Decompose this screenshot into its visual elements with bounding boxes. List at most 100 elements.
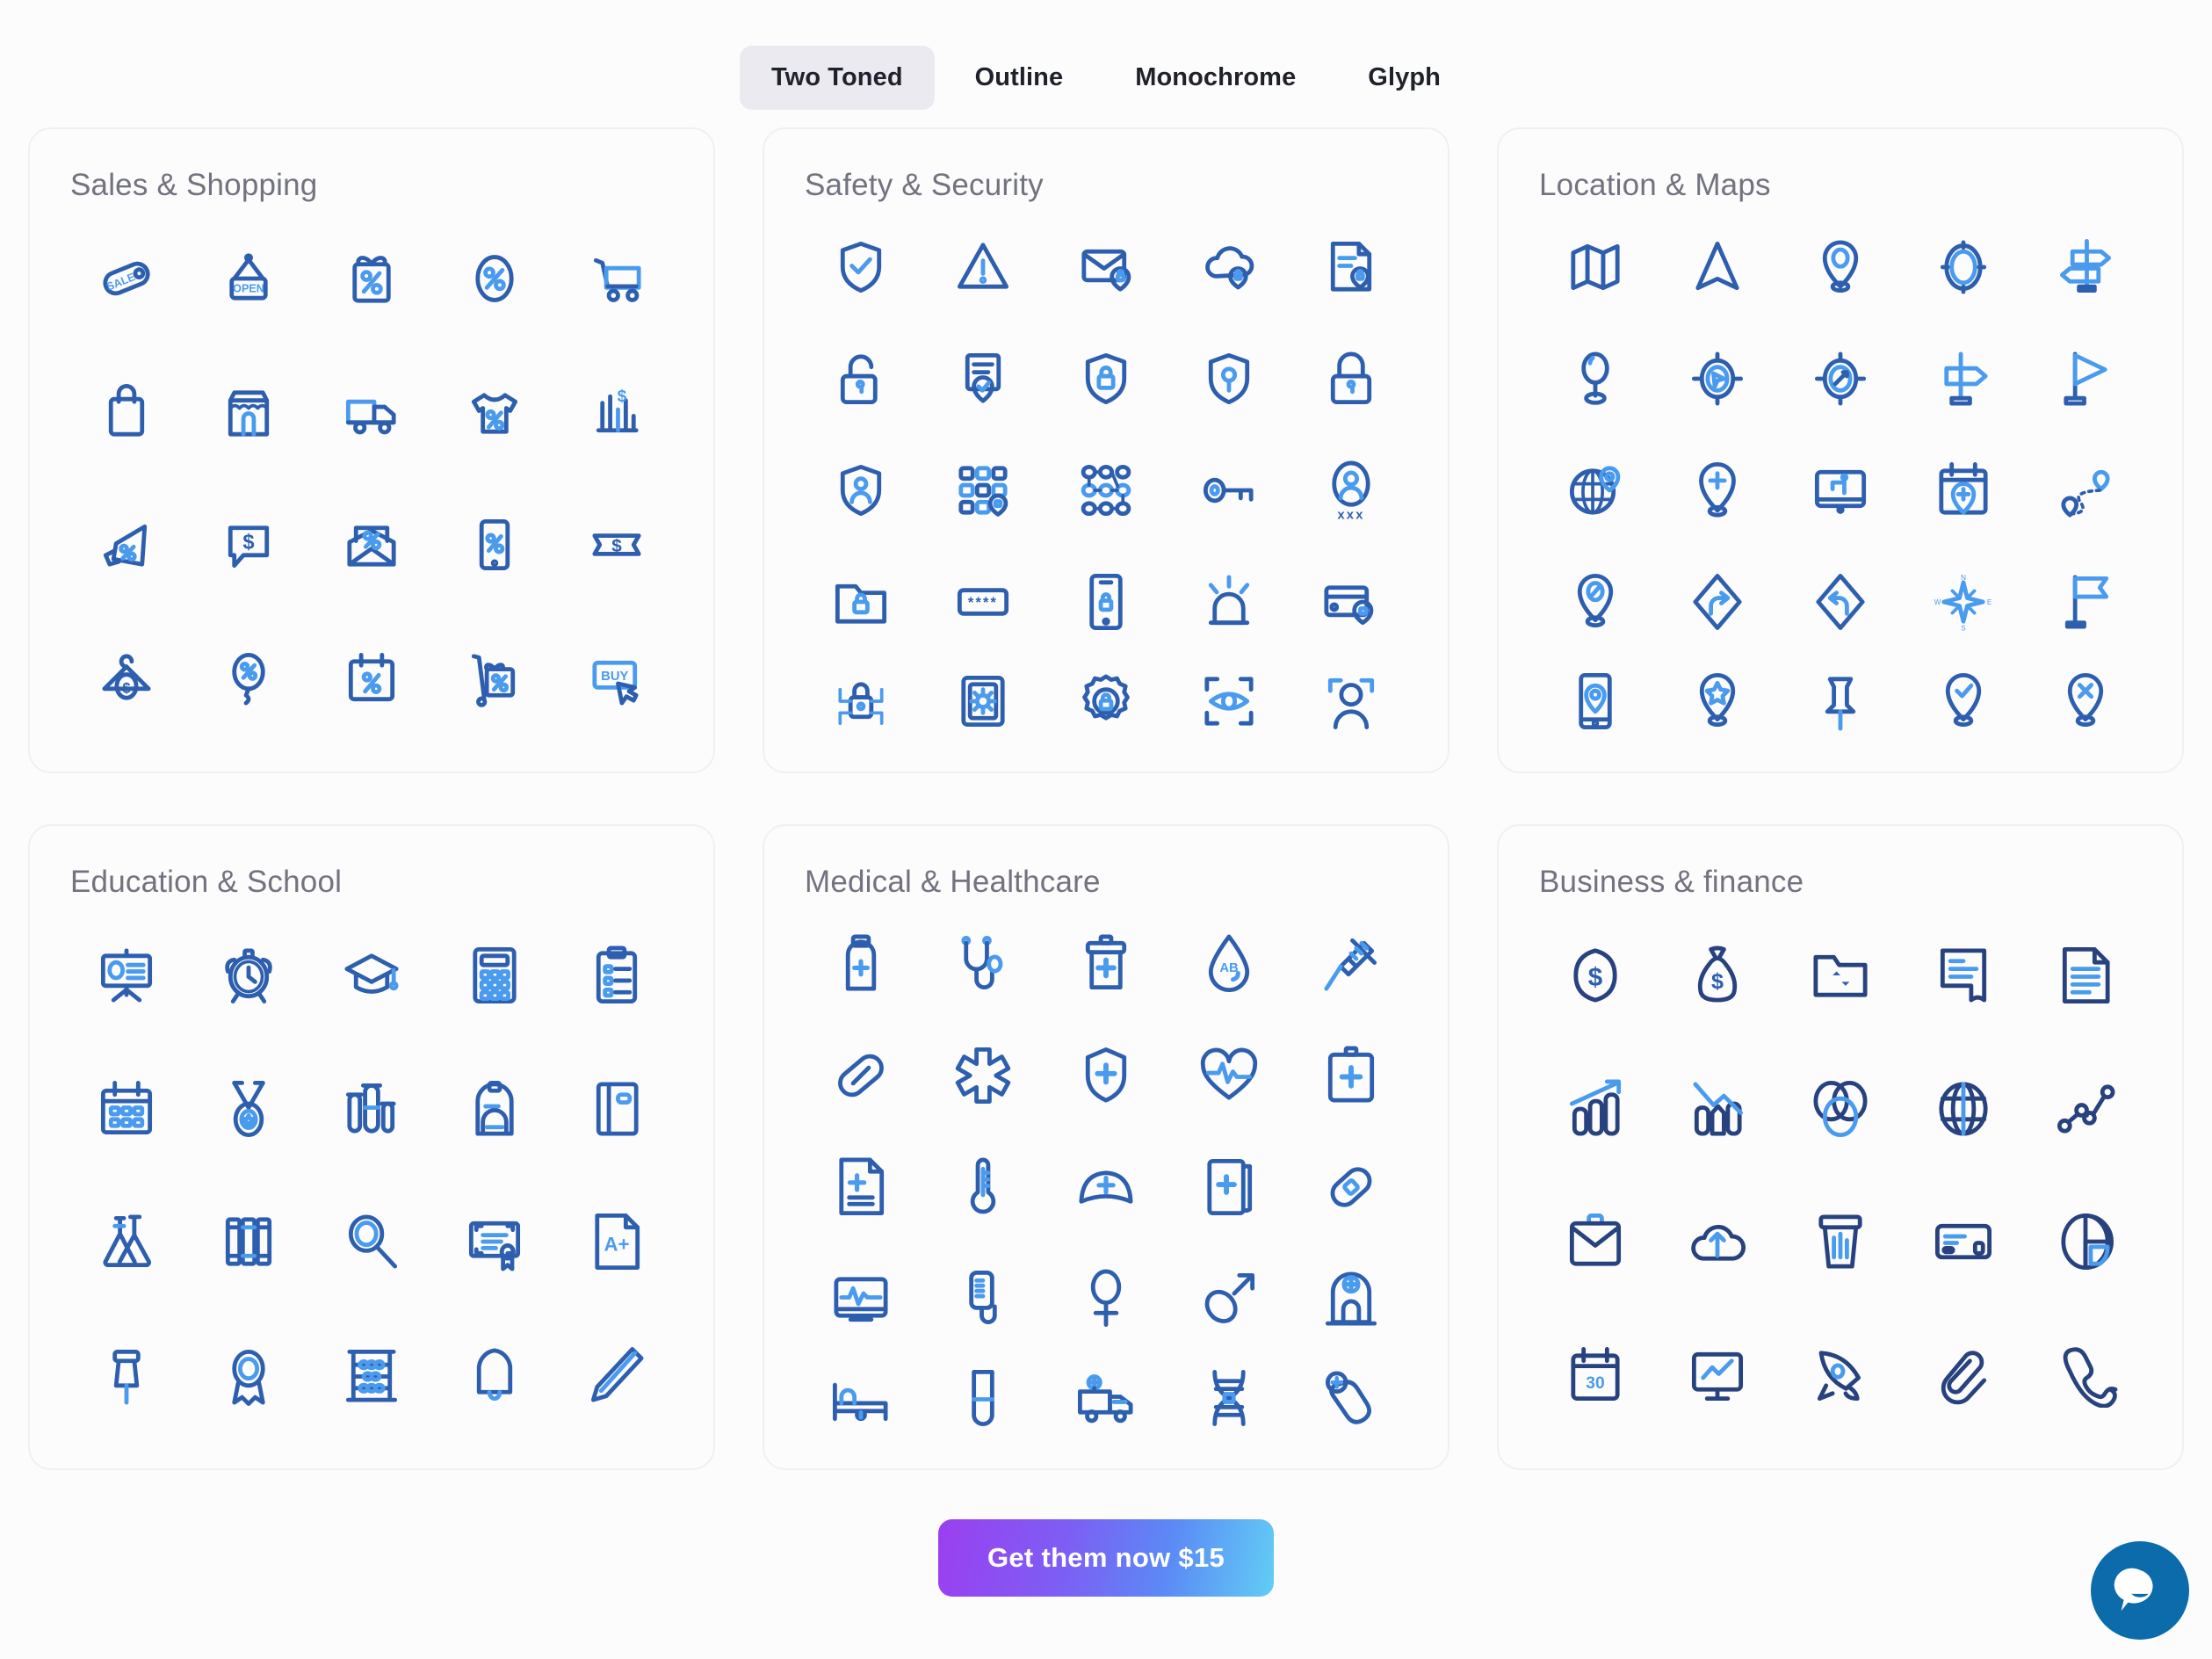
rocket-icon[interactable] [1796, 1331, 1884, 1419]
megaphone-percent-icon[interactable] [83, 501, 170, 589]
pie-chart-icon[interactable] [2042, 1198, 2129, 1286]
stethoscope-icon[interactable] [939, 920, 1027, 1008]
globe-icon[interactable] [1919, 1065, 2007, 1153]
secure-folder-icon[interactable] [817, 558, 905, 646]
shield-lock-icon[interactable] [1062, 335, 1150, 423]
tab-glyph[interactable]: Glyph [1336, 46, 1472, 110]
eye-scan-icon[interactable] [1185, 657, 1273, 745]
alarm-clock-icon[interactable] [205, 931, 293, 1019]
graduation-cap-icon[interactable] [328, 931, 416, 1019]
percent-badge-icon[interactable] [451, 235, 539, 322]
dollar-coin-icon[interactable]: $ [1551, 931, 1639, 1019]
discount-mail-icon[interactable] [328, 501, 416, 589]
delivery-truck-icon[interactable] [328, 368, 416, 456]
turn-right-sign-icon[interactable] [1673, 558, 1761, 646]
calendar-location-icon[interactable] [1919, 446, 2007, 534]
calendar-percent-icon[interactable] [328, 634, 416, 722]
user-password-icon[interactable]: xxx [1307, 446, 1395, 534]
test-tubes-icon[interactable] [328, 1065, 416, 1153]
blocked-location-icon[interactable] [1551, 558, 1639, 646]
male-symbol-icon[interactable] [1185, 1255, 1273, 1343]
cloud-upload-icon[interactable] [1673, 1198, 1761, 1286]
shield-check-icon[interactable] [817, 223, 905, 311]
storefront-icon[interactable] [205, 368, 293, 456]
security-settings-icon[interactable] [1062, 657, 1150, 745]
magnifier-icon[interactable] [328, 1198, 416, 1286]
tab-two-toned[interactable]: Two Toned [740, 46, 935, 110]
push-pin-icon[interactable] [1796, 657, 1884, 745]
line-graph-icon[interactable] [2042, 1065, 2129, 1153]
briefcase-mail-icon[interactable] [1551, 1198, 1639, 1286]
tshirt-percent-icon[interactable] [451, 368, 539, 456]
shield-user-icon[interactable] [817, 446, 905, 534]
phone-handset-icon[interactable] [2042, 1331, 2129, 1419]
face-scan-icon[interactable] [1307, 657, 1395, 745]
diploma-icon[interactable] [451, 1198, 539, 1286]
direction-signs-icon[interactable] [2042, 223, 2129, 311]
verified-location-icon[interactable] [1919, 657, 2007, 745]
medical-bin-icon[interactable] [1062, 920, 1150, 1008]
thumbtack-icon[interactable] [83, 1331, 170, 1419]
data-cup-icon[interactable] [1796, 1198, 1884, 1286]
signpost-icon[interactable] [1919, 335, 2007, 423]
calculator-icon[interactable] [451, 931, 539, 1019]
thermometer-icon[interactable] [939, 1143, 1027, 1231]
sale-tag-icon[interactable]: SALE [83, 235, 170, 322]
globe-pin-icon[interactable] [1551, 446, 1639, 534]
hospital-bed-icon[interactable] [817, 1354, 905, 1442]
compass-rose-icon[interactable]: N S E W [1919, 558, 2007, 646]
phone-lock-icon[interactable] [1062, 558, 1150, 646]
buy-button-icon[interactable]: BUY [573, 634, 661, 722]
lab-flask-icon[interactable] [83, 1198, 170, 1286]
heartbeat-icon[interactable] [1185, 1032, 1273, 1119]
sales-chart-dollar-icon[interactable]: $ [573, 368, 661, 456]
folded-map-icon[interactable] [1551, 223, 1639, 311]
warning-triangle-icon[interactable] [939, 223, 1027, 311]
secure-document-icon[interactable] [1307, 223, 1395, 311]
get-them-now-button[interactable]: Get them now $15 [937, 1519, 1275, 1597]
female-symbol-icon[interactable] [1062, 1255, 1150, 1343]
padlock-icon[interactable] [1307, 335, 1395, 423]
medical-shield-icon[interactable] [1062, 1032, 1150, 1119]
shopping-cart-icon[interactable] [573, 235, 661, 322]
growth-bar-chart-icon[interactable] [1551, 1065, 1639, 1153]
tab-monochrome[interactable]: Monochrome [1103, 46, 1327, 110]
navigation-arrow-icon[interactable] [1673, 223, 1761, 311]
medical-record-icon[interactable] [817, 1143, 905, 1231]
school-calendar-icon[interactable] [83, 1065, 170, 1153]
flag-marker-icon[interactable] [2042, 558, 2129, 646]
tab-outline[interactable]: Outline [943, 46, 1095, 110]
declining-chart-icon[interactable] [1673, 1065, 1761, 1153]
backpack-icon[interactable] [451, 1065, 539, 1153]
remove-location-icon[interactable] [2042, 657, 2129, 745]
abacus-icon[interactable] [328, 1331, 416, 1419]
secure-card-icon[interactable] [1307, 558, 1395, 646]
gps-target-icon[interactable] [1673, 335, 1761, 423]
ecg-monitor-icon[interactable] [817, 1255, 905, 1343]
add-location-icon[interactable] [1673, 446, 1761, 534]
calendar-30-icon[interactable]: 30 [1551, 1331, 1639, 1419]
a-plus-grade-icon[interactable]: A+ [573, 1198, 661, 1286]
books-icon[interactable] [205, 1198, 293, 1286]
paperclip-icon[interactable] [1919, 1331, 2007, 1419]
flag-pole-icon[interactable] [2042, 335, 2129, 423]
shopping-bag-icon[interactable] [83, 368, 170, 456]
secure-mail-icon[interactable] [1062, 223, 1150, 311]
location-marker-icon[interactable] [1551, 335, 1639, 423]
credit-card-icon[interactable] [1919, 1198, 2007, 1286]
ambulance-icon[interactable] [1062, 1354, 1150, 1442]
map-screen-icon[interactable] [1796, 446, 1884, 534]
hanger-dollar-icon[interactable]: $ [83, 634, 170, 722]
receipt-icon[interactable] [1919, 931, 2007, 1019]
iv-drip-icon[interactable] [939, 1255, 1027, 1343]
award-ribbon-icon[interactable] [205, 1331, 293, 1419]
pattern-lock-icon[interactable] [1062, 446, 1150, 534]
school-bell-icon[interactable] [451, 1331, 539, 1419]
star-of-life-icon[interactable] [939, 1032, 1027, 1119]
favorite-location-icon[interactable] [1673, 657, 1761, 745]
nurse-cap-icon[interactable] [1062, 1143, 1150, 1231]
unlocked-padlock-icon[interactable] [817, 335, 905, 423]
medal-icon[interactable] [205, 1065, 293, 1153]
dna-icon[interactable] [1185, 1354, 1273, 1442]
syringe-icon[interactable] [1307, 920, 1395, 1008]
